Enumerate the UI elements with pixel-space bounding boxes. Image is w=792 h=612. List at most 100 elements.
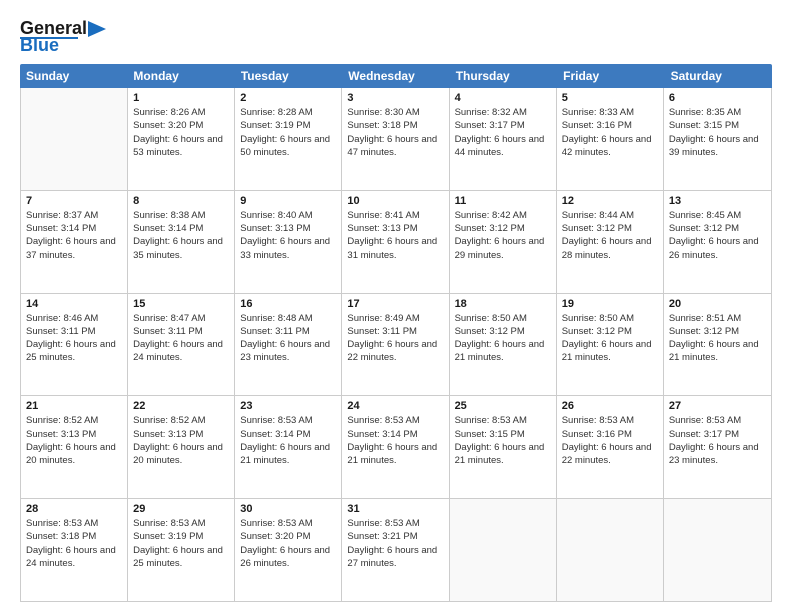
cal-cell: 2Sunrise: 8:28 AMSunset: 3:19 PMDaylight…	[235, 88, 342, 190]
cal-cell: 22Sunrise: 8:52 AMSunset: 3:13 PMDayligh…	[128, 396, 235, 498]
sunrise-text: Sunrise: 8:33 AM	[562, 106, 658, 119]
sunrise-text: Sunrise: 8:53 AM	[562, 414, 658, 427]
sunset-text: Sunset: 3:12 PM	[669, 325, 766, 338]
daylight-text: Daylight: 6 hours and 22 minutes.	[562, 441, 658, 468]
day-number: 10	[347, 195, 443, 207]
sunrise-text: Sunrise: 8:53 AM	[347, 517, 443, 530]
cal-cell: 16Sunrise: 8:48 AMSunset: 3:11 PMDayligh…	[235, 294, 342, 396]
day-number: 28	[26, 503, 122, 515]
day-number: 29	[133, 503, 229, 515]
day-number: 18	[455, 298, 551, 310]
sunset-text: Sunset: 3:15 PM	[669, 119, 766, 132]
sunrise-text: Sunrise: 8:52 AM	[133, 414, 229, 427]
daylight-text: Daylight: 6 hours and 21 minutes.	[669, 338, 766, 365]
cal-cell: 8Sunrise: 8:38 AMSunset: 3:14 PMDaylight…	[128, 191, 235, 293]
daylight-text: Daylight: 6 hours and 31 minutes.	[347, 235, 443, 262]
calendar-header: SundayMondayTuesdayWednesdayThursdayFrid…	[20, 64, 772, 88]
daylight-text: Daylight: 6 hours and 24 minutes.	[133, 338, 229, 365]
day-number: 31	[347, 503, 443, 515]
sunset-text: Sunset: 3:14 PM	[240, 428, 336, 441]
daylight-text: Daylight: 6 hours and 27 minutes.	[347, 544, 443, 571]
day-number: 2	[240, 92, 336, 104]
sunset-text: Sunset: 3:21 PM	[347, 530, 443, 543]
sunrise-text: Sunrise: 8:53 AM	[240, 414, 336, 427]
sunrise-text: Sunrise: 8:37 AM	[26, 209, 122, 222]
day-number: 14	[26, 298, 122, 310]
sunset-text: Sunset: 3:13 PM	[26, 428, 122, 441]
cal-cell: 20 Sunrise: 8:51 AMSunset: 3:12 PMDayligh…	[664, 294, 771, 396]
sunrise-text: Sunrise: 8:46 AM	[26, 312, 122, 325]
daylight-text: Daylight: 6 hours and 21 minutes.	[347, 441, 443, 468]
day-number: 1	[133, 92, 229, 104]
sunset-text: Sunset: 3:17 PM	[455, 119, 551, 132]
sunrise-text: Sunrise: 8:44 AM	[562, 209, 658, 222]
sunset-text: Sunset: 3:11 PM	[26, 325, 122, 338]
daylight-text: Daylight: 6 hours and 26 minutes.	[240, 544, 336, 571]
day-number: 3	[347, 92, 443, 104]
cal-cell: 28Sunrise: 8:53 AMSunset: 3:18 PMDayligh…	[21, 499, 128, 601]
sunrise-text: Sunrise: 8:48 AM	[240, 312, 336, 325]
day-number: 27	[669, 400, 766, 412]
sunrise-text: Sunrise: 8:53 AM	[240, 517, 336, 530]
sunset-text: Sunset: 3:12 PM	[455, 222, 551, 235]
day-number: 13	[669, 195, 766, 207]
sunrise-text: Sunrise: 8:47 AM	[133, 312, 229, 325]
day-number: 20	[669, 298, 766, 310]
day-number: 24	[347, 400, 443, 412]
sunset-text: Sunset: 3:11 PM	[133, 325, 229, 338]
cal-cell	[557, 499, 664, 601]
sunrise-text: Sunrise: 8:53 AM	[133, 517, 229, 530]
cal-cell: 1Sunrise: 8:26 AMSunset: 3:20 PMDaylight…	[128, 88, 235, 190]
daylight-text: Daylight: 6 hours and 53 minutes.	[133, 133, 229, 160]
cal-cell: 25Sunrise: 8:53 AMSunset: 3:15 PMDayligh…	[450, 396, 557, 498]
sunset-text: Sunset: 3:18 PM	[347, 119, 443, 132]
daylight-text: Daylight: 6 hours and 29 minutes.	[455, 235, 551, 262]
sunset-text: Sunset: 3:13 PM	[133, 428, 229, 441]
sunset-text: Sunset: 3:13 PM	[240, 222, 336, 235]
daylight-text: Daylight: 6 hours and 42 minutes.	[562, 133, 658, 160]
daylight-text: Daylight: 6 hours and 44 minutes.	[455, 133, 551, 160]
daylight-text: Daylight: 6 hours and 20 minutes.	[133, 441, 229, 468]
sunrise-text: Sunrise: 8:53 AM	[26, 517, 122, 530]
sunset-text: Sunset: 3:12 PM	[562, 222, 658, 235]
day-number: 12	[562, 195, 658, 207]
cal-cell: 7Sunrise: 8:37 AMSunset: 3:14 PMDaylight…	[21, 191, 128, 293]
sunrise-text: Sunrise: 8:51 AM	[669, 312, 766, 325]
day-number: 23	[240, 400, 336, 412]
day-number: 19	[562, 298, 658, 310]
header: General Blue	[20, 18, 772, 56]
sunset-text: Sunset: 3:15 PM	[455, 428, 551, 441]
sunset-text: Sunset: 3:12 PM	[455, 325, 551, 338]
sunrise-text: Sunrise: 8:32 AM	[455, 106, 551, 119]
cal-cell: 9Sunrise: 8:40 AMSunset: 3:13 PMDaylight…	[235, 191, 342, 293]
sunset-text: Sunset: 3:14 PM	[347, 428, 443, 441]
logo: General Blue	[20, 18, 106, 56]
day-number: 21	[26, 400, 122, 412]
cal-cell: 19Sunrise: 8:50 AMSunset: 3:12 PMDayligh…	[557, 294, 664, 396]
cal-cell: 23 Sunrise: 8:53 AMSunset: 3:14 PMDayligh…	[235, 396, 342, 498]
cal-header-tuesday: Tuesday	[235, 64, 342, 88]
cal-header-saturday: Saturday	[665, 64, 772, 88]
logo-blue: Blue	[20, 35, 59, 56]
daylight-text: Daylight: 6 hours and 26 minutes.	[669, 235, 766, 262]
daylight-text: Daylight: 6 hours and 21 minutes.	[240, 441, 336, 468]
day-number: 15	[133, 298, 229, 310]
daylight-text: Daylight: 6 hours and 35 minutes.	[133, 235, 229, 262]
sunrise-text: Sunrise: 8:26 AM	[133, 106, 229, 119]
cal-cell: 14Sunrise: 8:46 AMSunset: 3:11 PMDayligh…	[21, 294, 128, 396]
daylight-text: Daylight: 6 hours and 22 minutes.	[347, 338, 443, 365]
cal-week-4: 21Sunrise: 8:52 AMSunset: 3:13 PMDayligh…	[21, 396, 771, 499]
day-number: 6	[669, 92, 766, 104]
sunset-text: Sunset: 3:16 PM	[562, 119, 658, 132]
sunset-text: Sunset: 3:13 PM	[347, 222, 443, 235]
daylight-text: Daylight: 6 hours and 37 minutes.	[26, 235, 122, 262]
sunset-text: Sunset: 3:11 PM	[347, 325, 443, 338]
daylight-text: Daylight: 6 hours and 20 minutes.	[26, 441, 122, 468]
cal-cell: 5Sunrise: 8:33 AMSunset: 3:16 PMDaylight…	[557, 88, 664, 190]
cal-cell: 6Sunrise: 8:35 AMSunset: 3:15 PMDaylight…	[664, 88, 771, 190]
daylight-text: Daylight: 6 hours and 25 minutes.	[133, 544, 229, 571]
sunrise-text: Sunrise: 8:53 AM	[669, 414, 766, 427]
cal-header-sunday: Sunday	[20, 64, 127, 88]
day-number: 17	[347, 298, 443, 310]
sunrise-text: Sunrise: 8:30 AM	[347, 106, 443, 119]
